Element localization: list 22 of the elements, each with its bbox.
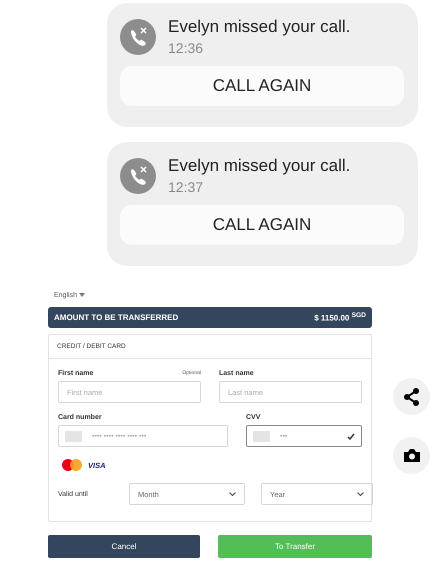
notification-title: Evelyn missed your call.	[168, 17, 350, 37]
call-again-button[interactable]: CALL AGAIN	[120, 66, 404, 106]
camera-icon	[402, 448, 420, 463]
caret-icon	[78, 293, 85, 297]
check-icon	[347, 432, 355, 440]
notification-title: Evelyn missed your call.	[168, 156, 350, 176]
notification-time: 12:37	[168, 179, 204, 195]
amount-value: $ 1150.00 $^{SGD}$	[314, 312, 366, 323]
card-icon	[253, 430, 270, 442]
notification-time: 12:36	[168, 40, 204, 56]
chevron-icon	[357, 492, 364, 496]
mastercard-icon	[62, 459, 82, 471]
share-icon	[404, 388, 420, 406]
missed-call-icon	[120, 158, 156, 194]
card-icon	[65, 430, 82, 442]
share-button[interactable]	[393, 378, 430, 415]
missed-call-icon	[120, 19, 156, 55]
chevron-icon	[229, 492, 236, 496]
camera-button[interactable]	[393, 437, 430, 474]
call-again-button[interactable]: CALL AGAIN	[120, 205, 404, 245]
amount-label: AMOUNT TO BE TRANSFERRED	[54, 313, 178, 322]
cancel-button[interactable]: Cancel	[48, 535, 200, 558]
